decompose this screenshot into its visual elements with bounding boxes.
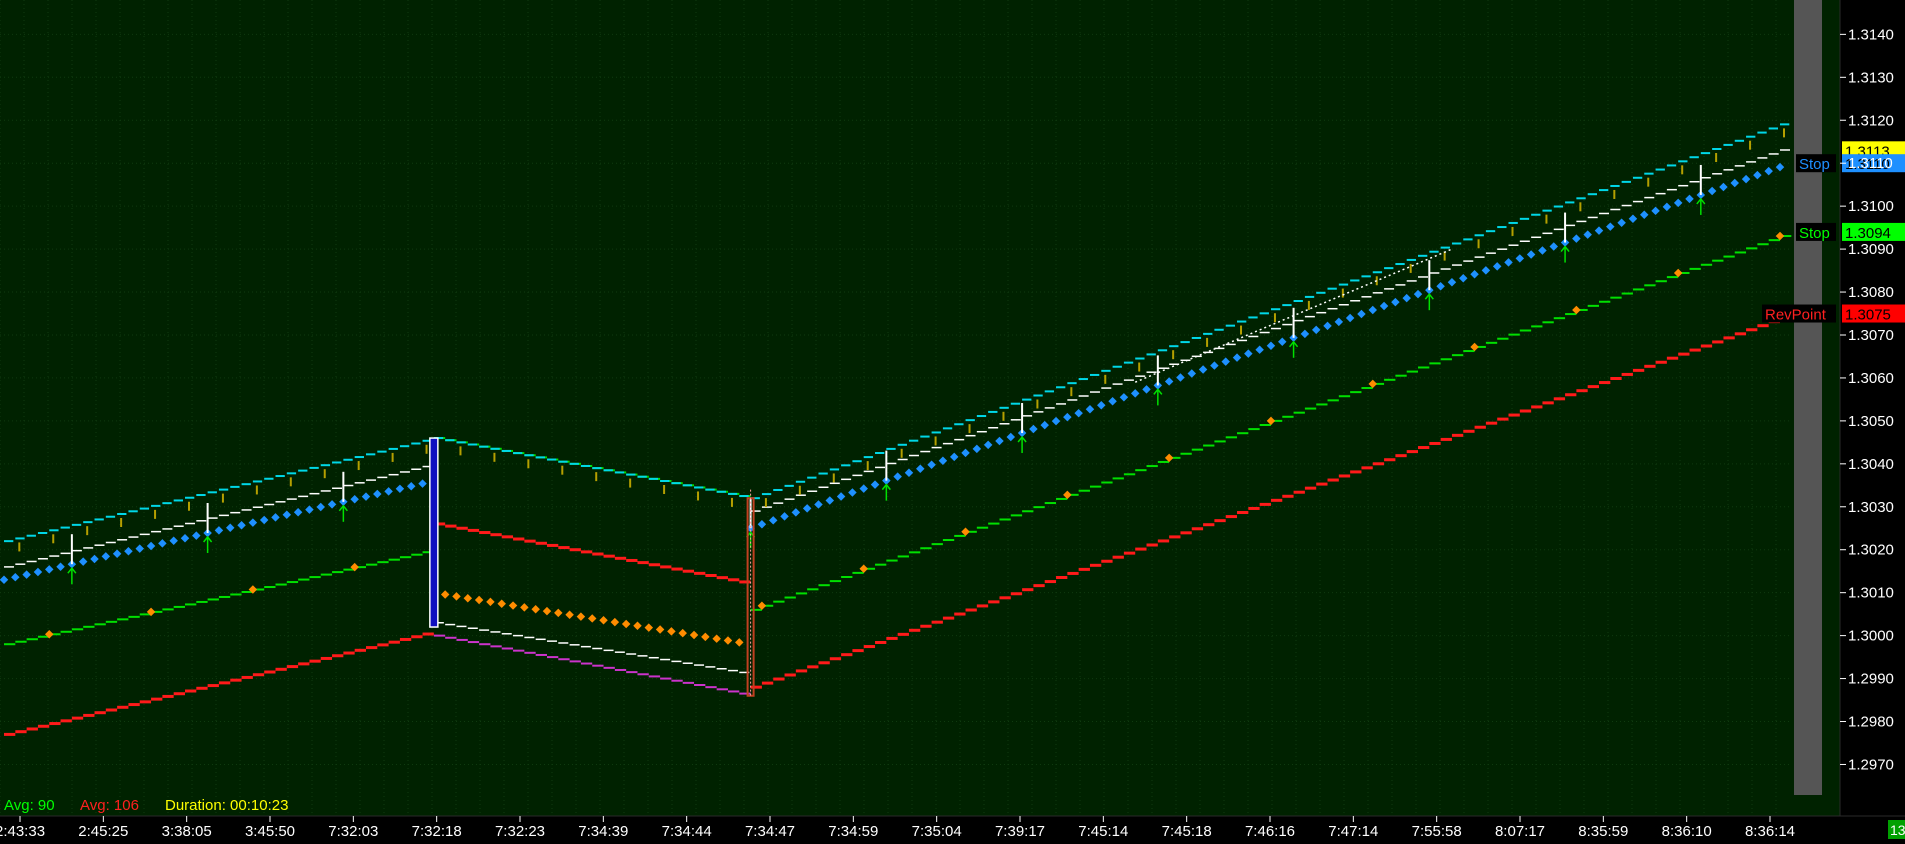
price-scrollbar[interactable] <box>1794 0 1822 795</box>
time-tick-label: 7:32:03 <box>328 823 378 839</box>
price-tick-label: 1.2980 <box>1848 714 1894 731</box>
time-tick-label: 7:39:17 <box>995 823 1045 839</box>
price-tick-label: 1.3090 <box>1848 241 1894 258</box>
time-axis: 2:43:33 2:45:25 3:38:05 3:45:50 7:32:03 7:32:… <box>0 816 1795 840</box>
corner-value: 13 <box>1890 822 1905 838</box>
reversal-bar <box>429 437 439 628</box>
time-tick-label: 7:34:39 <box>578 823 628 839</box>
price-tag-label: 1.3094 <box>1845 225 1891 242</box>
time-tick-label: 8:36:14 <box>1745 823 1795 839</box>
price-tag-label: 1.3075 <box>1845 307 1891 324</box>
time-tick-label: 8:35:59 <box>1578 823 1628 839</box>
time-tick-label: 8:36:10 <box>1662 823 1712 839</box>
price-tick-label: 1.3070 <box>1848 327 1894 344</box>
time-tick-label: 7:45:14 <box>1078 823 1128 839</box>
time-tick-label: 3:38:05 <box>162 823 212 839</box>
time-tick-label: 7:47:14 <box>1328 823 1378 839</box>
time-tick-label: 2:43:33 <box>0 823 45 839</box>
price-tick-label: 1.3130 <box>1848 69 1894 86</box>
time-tick-label: 2:45:25 <box>78 823 128 839</box>
price-tick-label: 1.2990 <box>1848 671 1894 688</box>
price-tick-label: 1.3050 <box>1848 413 1894 430</box>
time-tick-label: 7:32:18 <box>412 823 462 839</box>
price-tick-label: 1.3110 <box>1848 155 1893 172</box>
price-tick-label: 1.3030 <box>1848 499 1894 516</box>
time-tick-label: 7:55:58 <box>1412 823 1462 839</box>
avg-red-text: Avg: 106 <box>80 797 139 814</box>
price-tick-label: 1.3000 <box>1848 628 1894 645</box>
time-tick-label: 8:07:17 <box>1495 823 1545 839</box>
price-tick-label: 1.3060 <box>1848 370 1894 387</box>
line-label: RevPoint <box>1765 307 1827 324</box>
price-tick-label: 1.3040 <box>1848 456 1894 473</box>
price-chart[interactable]: 1.3113 1.3110 1.3094 1.3075 Stop Stop RevPoint… <box>0 0 1905 840</box>
price-tick-label: 1.2970 <box>1848 756 1894 773</box>
price-tick-label: 1.3120 <box>1848 112 1894 129</box>
price-tick-label: 1.3010 <box>1848 585 1894 602</box>
line-label: Stop <box>1799 225 1830 242</box>
time-tick-label: 7:35:04 <box>912 823 962 839</box>
time-tick-label: 3:45:50 <box>245 823 295 839</box>
price-tick-label: 1.3140 <box>1848 26 1894 43</box>
chart-canvas[interactable]: 1.31131.31101.30941.3075StopStopRevPoint… <box>0 0 1905 840</box>
time-tick-label: 7:46:16 <box>1245 823 1295 839</box>
line-label: Stop <box>1799 156 1830 173</box>
plot-background <box>0 0 1840 816</box>
time-tick-label: 7:34:44 <box>662 823 712 839</box>
time-tick-label: 7:34:59 <box>828 823 878 839</box>
price-tick-label: 1.3080 <box>1848 284 1894 301</box>
avg-green-text: Avg: 90 <box>4 797 55 814</box>
price-tick-label: 1.3100 <box>1848 198 1894 215</box>
time-tick-label: 7:32:23 <box>495 823 545 839</box>
price-axis: 1.31401.31301.31201.31101.31001.30901.30… <box>1840 26 1894 773</box>
time-tick-label: 7:34:47 <box>745 823 795 839</box>
price-tick-label: 1.3020 <box>1848 542 1894 559</box>
duration-text: Duration: 00:10:23 <box>165 797 288 814</box>
time-tick-label: 7:45:18 <box>1162 823 1212 839</box>
